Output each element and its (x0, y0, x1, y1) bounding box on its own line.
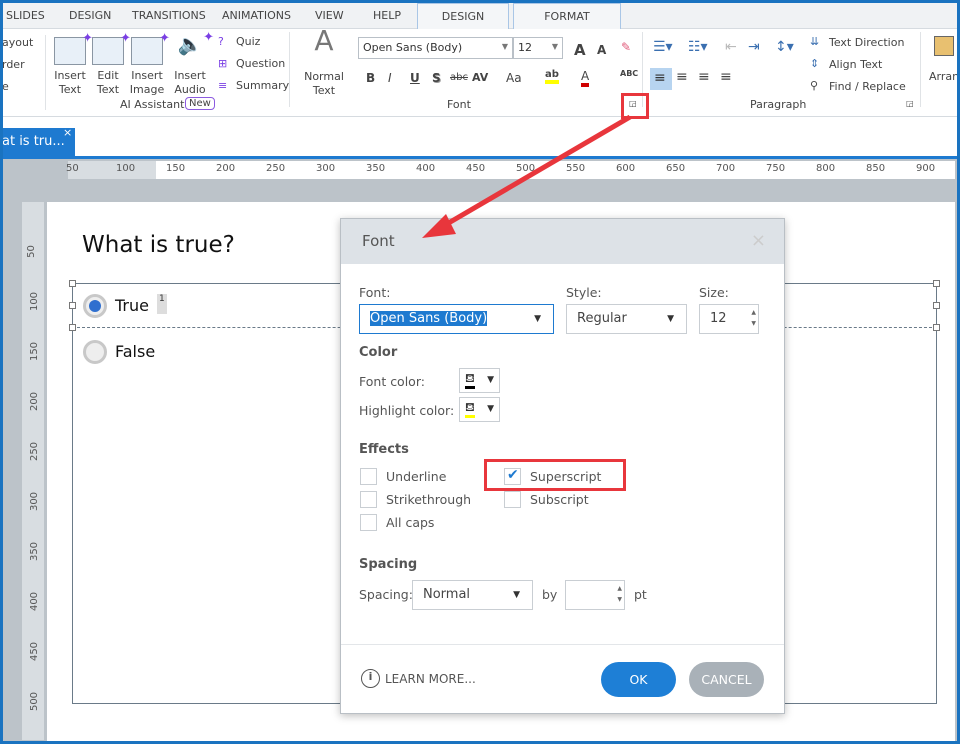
annotation-arrow (422, 114, 632, 238)
